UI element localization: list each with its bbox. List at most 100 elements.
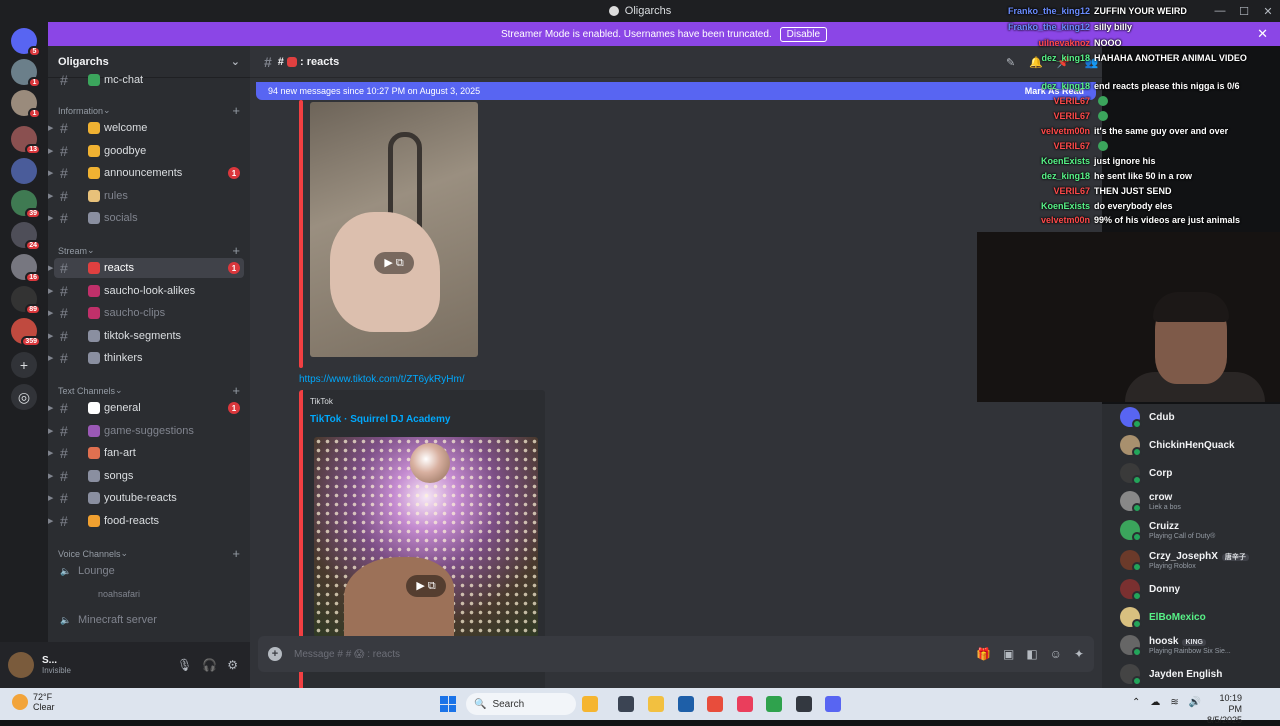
member-item[interactable]: ElBoMexico: [1120, 606, 1206, 629]
sticker-icon[interactable]: ◧: [1026, 647, 1037, 661]
taskbar-app-icon[interactable]: [737, 696, 753, 712]
channel-item[interactable]: ▶ # fan-art: [48, 443, 244, 463]
channel-name: rules: [104, 190, 128, 202]
video-embed[interactable]: ▶ ⧉: [314, 437, 538, 637]
clock[interactable]: 10:19 PM 8/5/2025: [1206, 693, 1242, 726]
channel-item[interactable]: ▶ # goodbye: [48, 141, 244, 161]
webcam-hair: [1153, 292, 1229, 322]
server-icon[interactable]: [11, 158, 37, 184]
add-channel-icon[interactable]: +: [232, 103, 240, 118]
channel-item[interactable]: ▶ # saucho-clips: [48, 303, 244, 323]
add-server-icon[interactable]: +: [11, 352, 37, 378]
channel-item[interactable]: ▶ # youtube-reacts: [48, 488, 244, 508]
channel-category[interactable]: Text Channels ⌄ +: [58, 383, 240, 398]
message-composer[interactable]: + Message # # 😱 : reacts 🎁 ▣ ◧ ☺ ✦: [258, 636, 1094, 672]
hash-icon: #: [60, 283, 68, 299]
server-icon[interactable]: 1: [11, 59, 41, 88]
caret-icon: ▶: [48, 518, 54, 525]
new-messages-bar[interactable]: 94 new messages since 10:27 PM on August…: [256, 82, 1096, 100]
gear-icon[interactable]: ⚙: [227, 658, 238, 672]
discover-icon[interactable]: ◎: [11, 384, 37, 410]
channel-item[interactable]: ▶ # general 1: [48, 398, 244, 418]
stream-chat-overlay: Franko_the_king12 ZUFFIN YOUR WEIRD Franko…: [984, 0, 1280, 230]
embed-accent: [299, 100, 303, 368]
headphones-icon[interactable]: 🎧: [202, 658, 217, 672]
voice-user[interactable]: noahsafari: [54, 584, 244, 604]
taskbar-app-icon[interactable]: [648, 696, 664, 712]
taskbar-app-icon[interactable]: [707, 696, 723, 712]
channel-item[interactable]: ▶ # game-suggestions: [48, 421, 244, 441]
channel-item[interactable]: ▶ # socials: [48, 208, 244, 228]
member-item[interactable]: Cdub: [1120, 406, 1175, 429]
server-icon[interactable]: 1: [11, 90, 41, 119]
apps-icon[interactable]: ✦: [1074, 647, 1084, 661]
taskbar-search[interactable]: 🔍 Search: [466, 693, 576, 715]
windows-start-icon[interactable]: [440, 696, 456, 712]
member-item[interactable]: Jayden English: [1120, 663, 1222, 686]
voice-channel[interactable]: 🔈 Minecraft server: [54, 610, 244, 630]
server-icon[interactable]: 359: [11, 318, 41, 347]
wifi-icon[interactable]: ≋: [1170, 697, 1178, 708]
server-icon[interactable]: 89: [11, 286, 41, 315]
add-channel-icon[interactable]: +: [232, 383, 240, 398]
add-channel-icon[interactable]: +: [232, 243, 240, 258]
add-channel-icon[interactable]: +: [232, 546, 240, 561]
avatar: [1120, 607, 1142, 629]
play-icon[interactable]: ▶ ⧉: [374, 252, 414, 274]
server-badge: 1: [28, 77, 41, 88]
weather-widget[interactable]: 72°F Clear: [12, 692, 55, 712]
channel-item[interactable]: ▶ # welcome: [48, 118, 244, 138]
channel-category[interactable]: Voice Channels ⌄ +: [58, 546, 240, 561]
chevron-up-icon[interactable]: ⌃: [1132, 697, 1140, 708]
member-item[interactable]: Corp: [1120, 462, 1172, 485]
channel-item[interactable]: ▶ # announcements 1: [48, 163, 244, 183]
member-item[interactable]: crow Liek a bos: [1120, 490, 1181, 513]
volume-icon[interactable]: 🔊: [1189, 697, 1201, 708]
channel-item[interactable]: ▶ # saucho-look-alikes: [48, 281, 244, 301]
channel-category[interactable]: Information ⌄ +: [58, 103, 240, 118]
channel-partial[interactable]: # mc-chat: [54, 70, 244, 90]
taskbar-app-icon[interactable]: [825, 696, 841, 712]
taskbar-app-icon[interactable]: [582, 696, 598, 712]
member-item[interactable]: Cruizz Playing Call of Duty®: [1120, 519, 1215, 542]
microphone-icon[interactable]: 🎙: [177, 658, 192, 672]
disable-button[interactable]: Disable: [779, 26, 828, 42]
channel-sidebar: Oligarchs ⌄ # mc-chat Information ⌄ + Stream…: [48, 46, 250, 688]
tiktok-link[interactable]: https://www.tiktok.com/t/ZT6ykRyHm/: [299, 374, 465, 385]
member-item[interactable]: Donny: [1120, 578, 1180, 601]
chat-message: VERIL67: [984, 141, 1108, 151]
gif-icon[interactable]: ▣: [1003, 647, 1014, 661]
cloud-icon[interactable]: ☁: [1150, 697, 1160, 708]
server-icon[interactable]: 24: [11, 222, 41, 251]
taskbar-app-icon[interactable]: [796, 696, 812, 712]
video-embed[interactable]: ▶ ⧉: [310, 102, 478, 357]
taskbar-app-icon[interactable]: [766, 696, 782, 712]
channel-name: welcome: [104, 122, 148, 134]
server-icon[interactable]: 5: [11, 28, 41, 57]
taskbar-app-icon[interactable]: [618, 696, 634, 712]
member-item[interactable]: ChickinHenQuack: [1120, 434, 1235, 457]
add-attachment-icon[interactable]: +: [268, 647, 282, 661]
channel-item[interactable]: ▶ # rules: [48, 186, 244, 206]
server-icon[interactable]: 16: [11, 254, 41, 283]
avatar[interactable]: [8, 652, 34, 678]
message-input[interactable]: Message # # 😱 : reacts: [294, 649, 400, 660]
server-icon[interactable]: 13: [11, 126, 41, 155]
embed-title[interactable]: TikTok · Squirrel DJ Academy: [310, 414, 450, 425]
channel-item[interactable]: ▶ # reacts 1: [48, 258, 244, 278]
voice-channel[interactable]: 🔈 Lounge: [54, 561, 244, 581]
member-item[interactable]: hoosk KING Playing Rainbow Six Sie...: [1120, 634, 1231, 657]
emoji-icon[interactable]: ☺: [1050, 647, 1062, 661]
channel-item[interactable]: ▶ # songs: [48, 466, 244, 486]
chat-message: uilnevaknoz NOOO: [984, 38, 1121, 48]
member-item[interactable]: Crzy_JosephX 唐辛子 Playing Roblox: [1120, 549, 1249, 572]
channel-item[interactable]: ▶ # food-reacts: [48, 511, 244, 531]
server-icon[interactable]: 39: [11, 190, 41, 219]
gift-icon[interactable]: 🎁: [976, 647, 991, 661]
channel-category[interactable]: Stream ⌄ +: [58, 243, 240, 258]
channel-item[interactable]: ▶ # tiktok-segments: [48, 326, 244, 346]
weather-condition: Clear: [33, 702, 55, 712]
channel-item[interactable]: ▶ # thinkers: [48, 348, 244, 368]
taskbar-app-icon[interactable]: [678, 696, 694, 712]
play-icon[interactable]: ▶ ⧉: [406, 575, 446, 597]
